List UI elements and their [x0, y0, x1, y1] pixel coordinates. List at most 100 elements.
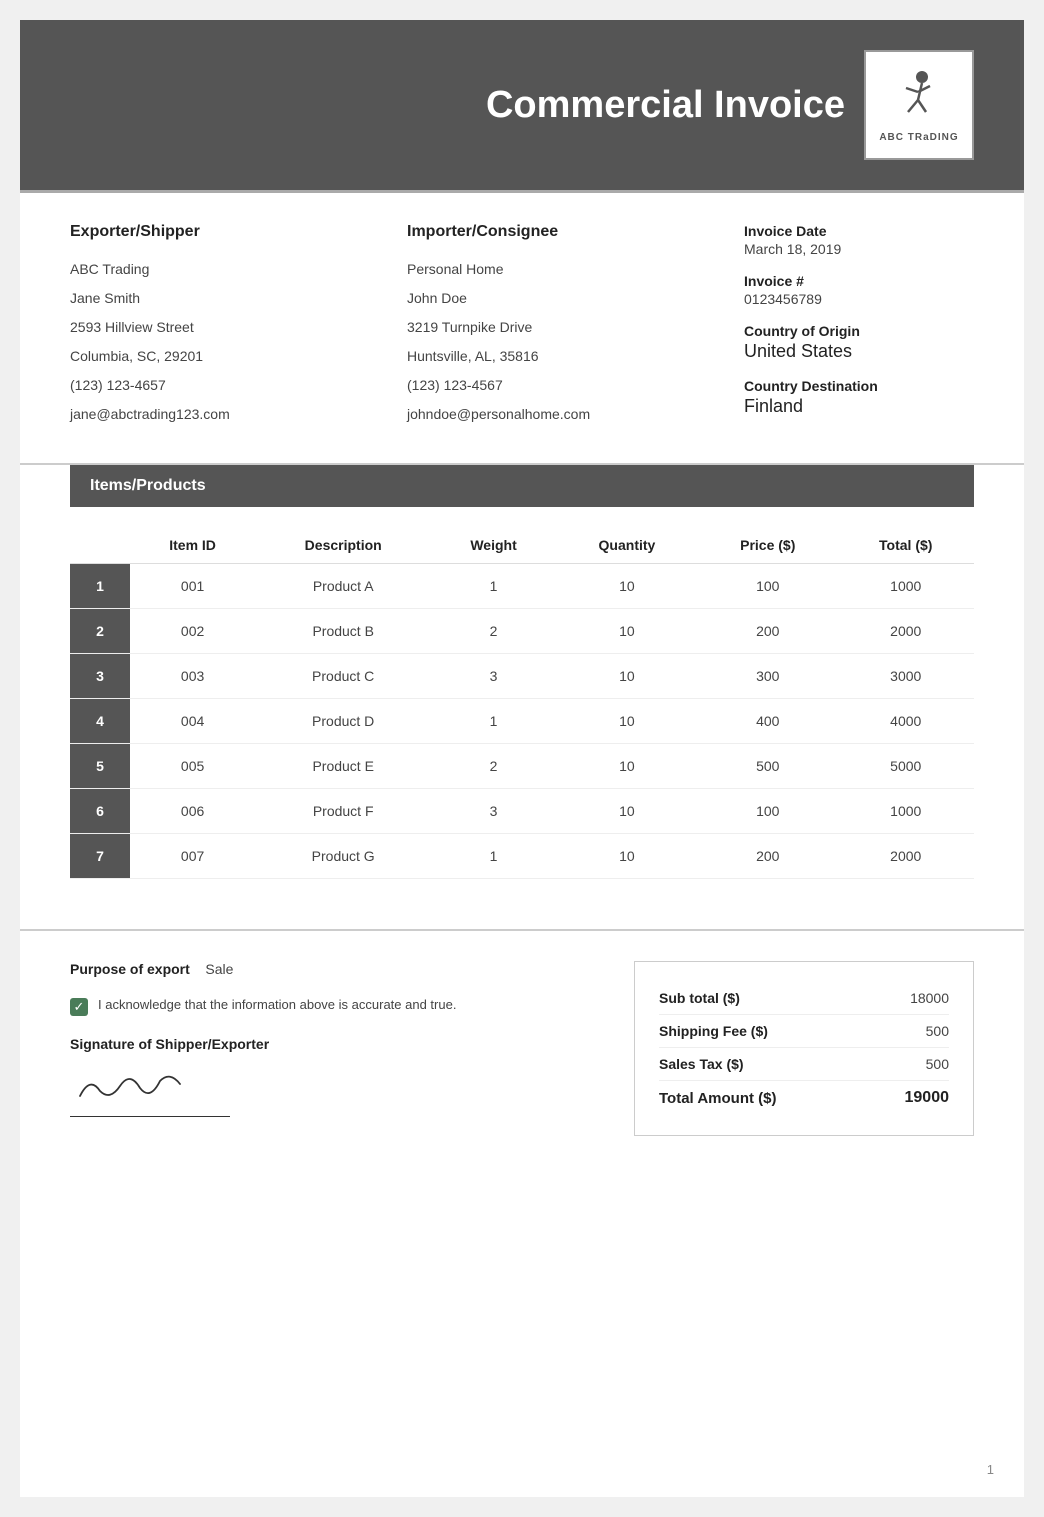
- exporter-col: Exporter/Shipper ABC Trading Jane Smith …: [70, 223, 377, 433]
- exporter-name: Jane Smith: [70, 288, 377, 309]
- row-total: 3000: [838, 654, 974, 699]
- row-price: 200: [698, 609, 838, 654]
- importer-company: Personal Home: [407, 259, 714, 280]
- row-qty: 10: [556, 609, 698, 654]
- row-desc: Product E: [255, 744, 431, 789]
- acknowledge-checkbox[interactable]: ✓: [70, 998, 88, 1016]
- row-id: 005: [130, 744, 255, 789]
- row-weight: 1: [431, 564, 556, 609]
- row-price: 200: [698, 834, 838, 879]
- row-qty: 10: [556, 699, 698, 744]
- row-weight: 1: [431, 699, 556, 744]
- row-total: 5000: [838, 744, 974, 789]
- row-id: 003: [130, 654, 255, 699]
- importer-header: Importer/Consignee: [407, 223, 714, 241]
- exporter-email: jane@abctrading123.com: [70, 404, 377, 425]
- row-weight: 3: [431, 789, 556, 834]
- row-total: 4000: [838, 699, 974, 744]
- row-id: 001: [130, 564, 255, 609]
- destination-label: Country Destination: [744, 378, 974, 394]
- col-num: [70, 527, 130, 564]
- row-num: 6: [70, 789, 130, 834]
- row-num: 7: [70, 834, 130, 879]
- row-num: 2: [70, 609, 130, 654]
- importer-address2: Huntsville, AL, 35816: [407, 346, 714, 367]
- row-qty: 10: [556, 564, 698, 609]
- row-desc: Product F: [255, 789, 431, 834]
- signature-label: Signature of Shipper/Exporter: [70, 1036, 594, 1052]
- subtotal-label: Sub total ($): [659, 990, 740, 1006]
- shipping-value: 500: [926, 1023, 949, 1039]
- row-num: 1: [70, 564, 130, 609]
- exporter-header: Exporter/Shipper: [70, 223, 377, 241]
- row-id: 006: [130, 789, 255, 834]
- row-price: 300: [698, 654, 838, 699]
- row-price: 500: [698, 744, 838, 789]
- row-total: 2000: [838, 834, 974, 879]
- col-description: Description: [255, 527, 431, 564]
- origin-value: United States: [744, 341, 974, 362]
- invoice-page: Commercial Invoice ABC TR: [20, 20, 1024, 1497]
- shipping-label: Shipping Fee ($): [659, 1023, 768, 1039]
- col-price: Price ($): [698, 527, 838, 564]
- logo-box: ABC TRaDING: [864, 50, 974, 160]
- importer-email: johndoe@personalhome.com: [407, 404, 714, 425]
- subtotal-value: 18000: [910, 990, 949, 1006]
- table-header-row: Item ID Description Weight Quantity Pric…: [70, 527, 974, 564]
- info-section: Exporter/Shipper ABC Trading Jane Smith …: [20, 193, 1024, 465]
- tax-label: Sales Tax ($): [659, 1056, 744, 1072]
- acknowledge-line: ✓ I acknowledge that the information abo…: [70, 997, 594, 1016]
- signature-area: [70, 1066, 230, 1117]
- logo-text: ABC TRaDING: [879, 132, 958, 143]
- row-weight: 3: [431, 654, 556, 699]
- row-total: 2000: [838, 609, 974, 654]
- page-number: 1: [987, 1462, 994, 1477]
- tax-value: 500: [926, 1056, 949, 1072]
- col-total: Total ($): [838, 527, 974, 564]
- total-row: Total Amount ($) 19000: [659, 1081, 949, 1115]
- invoice-num-label: Invoice #: [744, 273, 974, 289]
- row-desc: Product B: [255, 609, 431, 654]
- purpose-label: Purpose of export: [70, 961, 190, 977]
- row-desc: Product A: [255, 564, 431, 609]
- total-label: Total Amount ($): [659, 1090, 776, 1107]
- footer-section: Purpose of export Sale ✓ I acknowledge t…: [20, 929, 1024, 1166]
- exporter-address2: Columbia, SC, 29201: [70, 346, 377, 367]
- row-num: 4: [70, 699, 130, 744]
- importer-col: Importer/Consignee Personal Home John Do…: [407, 223, 714, 433]
- importer-address1: 3219 Turnpike Drive: [407, 317, 714, 338]
- subtotal-row: Sub total ($) 18000: [659, 982, 949, 1015]
- row-qty: 10: [556, 789, 698, 834]
- footer-left: Purpose of export Sale ✓ I acknowledge t…: [70, 961, 594, 1136]
- items-table: Item ID Description Weight Quantity Pric…: [70, 527, 974, 879]
- row-id: 004: [130, 699, 255, 744]
- table-row: 2 002 Product B 2 10 200 2000: [70, 609, 974, 654]
- col-quantity: Quantity: [556, 527, 698, 564]
- row-weight: 1: [431, 834, 556, 879]
- table-row: 7 007 Product G 1 10 200 2000: [70, 834, 974, 879]
- row-desc: Product G: [255, 834, 431, 879]
- row-weight: 2: [431, 609, 556, 654]
- row-id: 007: [130, 834, 255, 879]
- exporter-company: ABC Trading: [70, 259, 377, 280]
- meta-col: Invoice Date March 18, 2019 Invoice # 01…: [744, 223, 974, 433]
- row-price: 100: [698, 789, 838, 834]
- col-weight: Weight: [431, 527, 556, 564]
- table-row: 5 005 Product E 2 10 500 5000: [70, 744, 974, 789]
- shipping-row: Shipping Fee ($) 500: [659, 1015, 949, 1048]
- table-row: 6 006 Product F 3 10 100 1000: [70, 789, 974, 834]
- row-desc: Product D: [255, 699, 431, 744]
- destination-value: Finland: [744, 396, 974, 417]
- total-value: 19000: [905, 1089, 950, 1107]
- exporter-address1: 2593 Hillview Street: [70, 317, 377, 338]
- purpose-value: Sale: [205, 961, 233, 977]
- row-price: 400: [698, 699, 838, 744]
- row-num: 5: [70, 744, 130, 789]
- header: Commercial Invoice ABC TR: [20, 20, 1024, 190]
- row-id: 002: [130, 609, 255, 654]
- row-total: 1000: [838, 564, 974, 609]
- table-row: 1 001 Product A 1 10 100 1000: [70, 564, 974, 609]
- footer-right: Sub total ($) 18000 Shipping Fee ($) 500…: [634, 961, 974, 1136]
- tax-row: Sales Tax ($) 500: [659, 1048, 949, 1081]
- items-header: Items/Products: [70, 465, 974, 507]
